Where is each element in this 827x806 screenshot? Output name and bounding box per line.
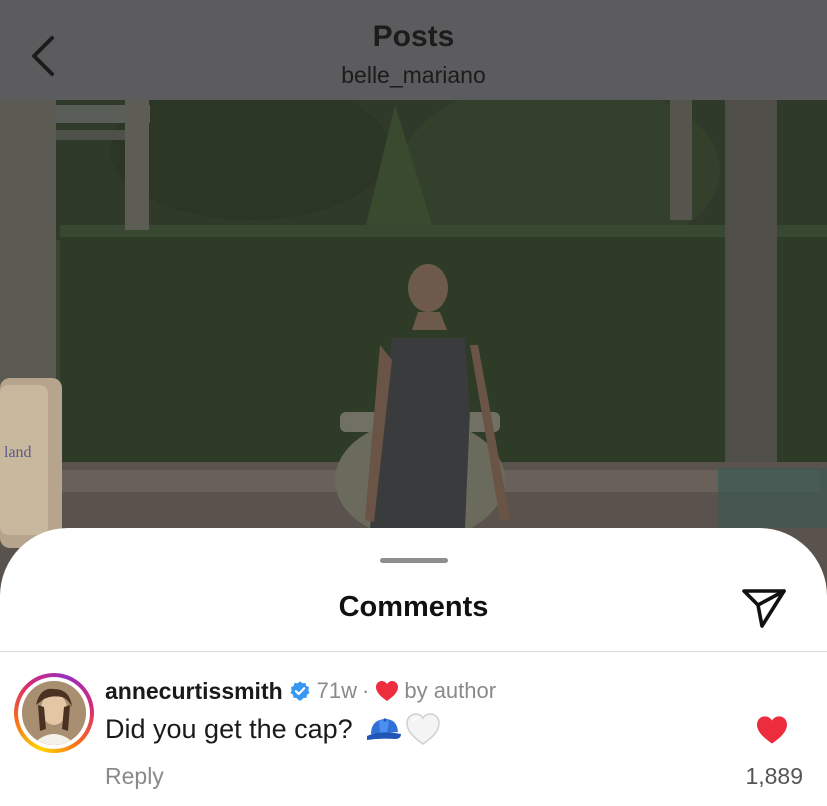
comment-username[interactable]: annecurtissmith — [105, 678, 283, 705]
avatar-story-ring[interactable] — [14, 673, 94, 753]
like-count[interactable]: 1,889 — [745, 763, 803, 790]
comments-title: Comments — [338, 591, 489, 623]
top-nav-bar: Posts belle_mariano — [0, 0, 827, 100]
avatar[interactable] — [22, 681, 86, 745]
comment-meta: annecurtissmith 71w · by author — [105, 676, 496, 706]
meta-separator: · — [362, 678, 370, 703]
heart-icon — [757, 716, 787, 744]
white-heart-emoji-icon — [405, 713, 440, 745]
share-button[interactable] — [737, 584, 791, 632]
blue-cap-emoji-icon — [366, 718, 401, 740]
sheet-drag-handle[interactable] — [380, 558, 448, 563]
avatar-photo — [22, 681, 86, 745]
send-icon — [742, 589, 786, 628]
svg-text:land: land — [4, 444, 32, 461]
like-comment-button[interactable] — [750, 710, 794, 750]
comment-timestamp: 71w — [316, 678, 358, 703]
page-subtitle-username[interactable]: belle_mariano — [0, 62, 827, 89]
comments-sheet: Comments annecurtissmith 71w · by author… — [0, 528, 827, 806]
verified-badge-icon — [290, 681, 310, 701]
comment-body: Did you get the cap? — [105, 712, 441, 746]
liked-by-author-label: by author — [404, 678, 497, 703]
reply-button[interactable]: Reply — [105, 763, 164, 790]
liked-by-author-heart-icon — [376, 681, 399, 701]
sheet-divider — [0, 651, 827, 652]
comment-text: Did you get the cap? — [105, 713, 353, 744]
page-title: Posts — [372, 20, 455, 53]
